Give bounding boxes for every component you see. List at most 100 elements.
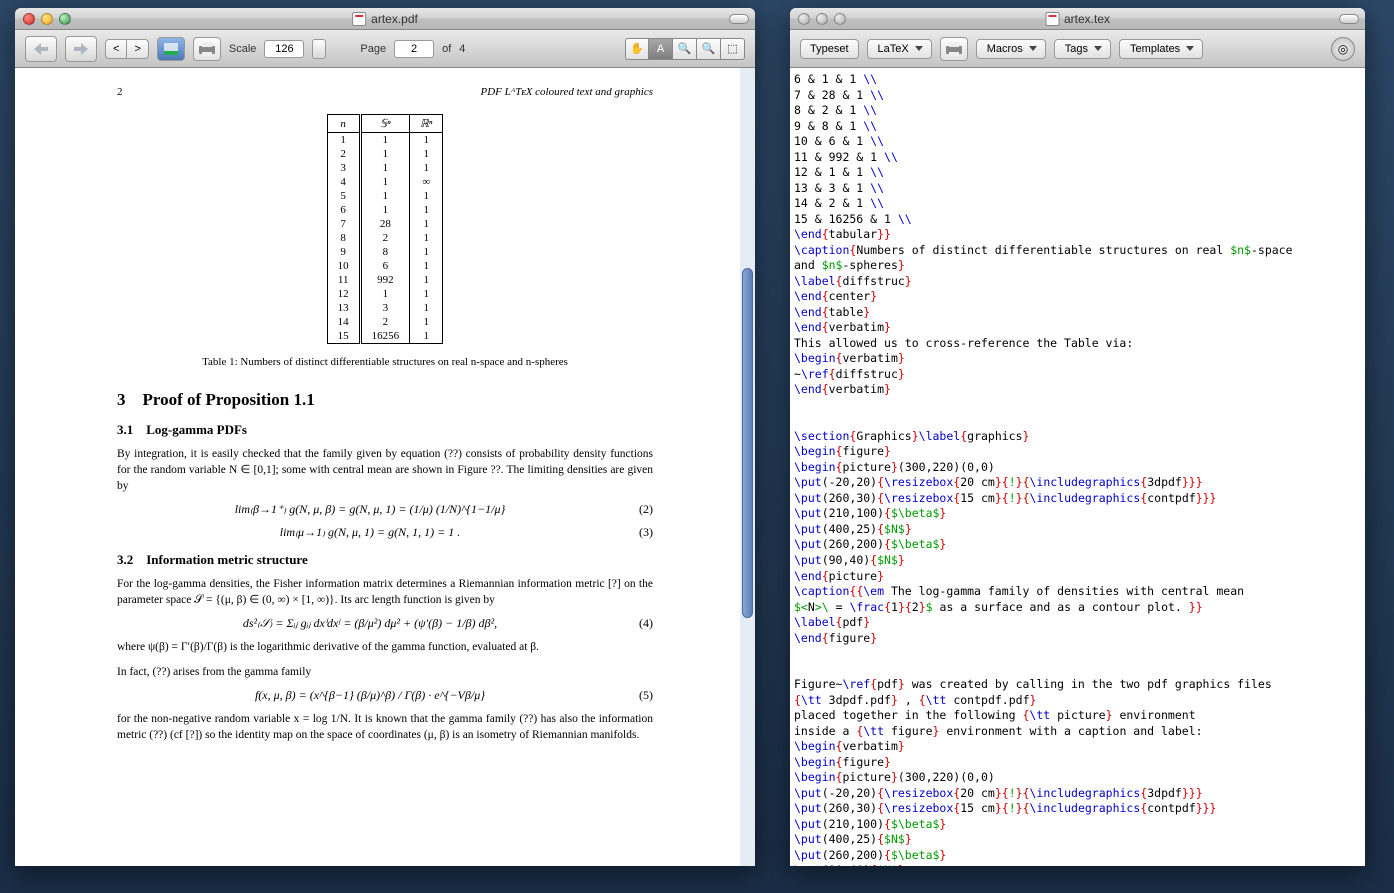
source-editor[interactable]: 6 & 1 & 1 \\7 & 28 & 1 \\8 & 2 & 1 \\9 &…	[790, 68, 1365, 866]
source-titlebar[interactable]: artex.tex	[790, 8, 1365, 30]
toolbar-toggle-icon[interactable]	[729, 14, 749, 24]
source-line[interactable]: \begin{figure}	[794, 444, 1361, 460]
table-row: 821	[327, 231, 443, 245]
source-line[interactable]: \put(400,25){$N$}	[794, 832, 1361, 848]
col-n: n	[327, 115, 360, 133]
source-line[interactable]	[794, 662, 1361, 678]
history-back-button[interactable]: <	[105, 39, 126, 59]
pdf-page[interactable]: 2 PDF LᴬTᴇX coloured text and graphics n…	[15, 68, 755, 866]
page-input[interactable]	[394, 40, 434, 58]
macros-dropdown[interactable]: Macros	[976, 39, 1046, 59]
scale-stepper[interactable]	[312, 39, 326, 59]
back-button[interactable]	[25, 36, 57, 62]
engine-dropdown[interactable]: LaTeX	[867, 39, 932, 59]
pdf-titlebar[interactable]: artex.pdf	[15, 8, 755, 30]
table-row: 1211	[327, 287, 443, 301]
paragraph: for the non-negative random variable x =…	[117, 711, 653, 743]
source-line[interactable]: \put(260,30){\resizebox{15 cm}{!}{\inclu…	[794, 801, 1361, 817]
source-line[interactable]: \end{verbatim}	[794, 320, 1361, 336]
source-line[interactable]: \label{diffstruc}	[794, 274, 1361, 290]
source-line[interactable]: \put(90,40){$N$}	[794, 553, 1361, 569]
source-line[interactable]: 7 & 28 & 1 \\	[794, 88, 1361, 104]
templates-dropdown[interactable]: Templates	[1119, 39, 1203, 59]
source-line[interactable]: inside a {\tt figure} environment with a…	[794, 724, 1361, 740]
close-icon[interactable]	[23, 13, 35, 25]
source-line[interactable]: Figure~\ref{pdf} was created by calling …	[794, 677, 1361, 693]
pdf-scrollbar[interactable]	[740, 68, 755, 866]
source-line[interactable]: and $n$-spheres}	[794, 258, 1361, 274]
minimize-icon[interactable]	[816, 13, 828, 25]
close-icon[interactable]	[798, 13, 810, 25]
traffic-lights	[798, 13, 846, 25]
tags-dropdown[interactable]: Tags	[1054, 39, 1111, 59]
source-line[interactable]: \put(260,200){$\beta$}	[794, 537, 1361, 553]
print-button[interactable]	[940, 37, 968, 61]
source-line[interactable]: \put(-20,20){\resizebox{20 cm}{!}{\inclu…	[794, 786, 1361, 802]
find-tool-button[interactable]: 🔍	[697, 38, 721, 60]
source-line[interactable]: placed together in the following {\tt pi…	[794, 708, 1361, 724]
source-line[interactable]: \put(90,40){$N$}	[794, 863, 1361, 866]
table-row: 7281	[327, 217, 443, 231]
source-line[interactable]: 6 & 1 & 1 \\	[794, 72, 1361, 88]
print-button[interactable]	[193, 37, 221, 61]
zoom-icon[interactable]	[59, 13, 71, 25]
source-line[interactable]: ~\ref{diffstruc}	[794, 367, 1361, 383]
drawer-button[interactable]	[157, 37, 185, 61]
source-line[interactable]: \put(-20,20){\resizebox{20 cm}{!}{\inclu…	[794, 475, 1361, 491]
source-line[interactable]: 11 & 992 & 1 \\	[794, 150, 1361, 166]
source-line[interactable]: \caption{Numbers of distinct differentia…	[794, 243, 1361, 259]
aux-button[interactable]: ◎	[1331, 37, 1355, 61]
source-line[interactable]	[794, 413, 1361, 429]
history-segment[interactable]: < >	[105, 39, 149, 59]
zoom-tool-button[interactable]: 🔍	[673, 38, 697, 60]
table-row: 1421	[327, 315, 443, 329]
source-line[interactable]: \begin{figure}	[794, 755, 1361, 771]
source-line[interactable]: \end{tabular}}	[794, 227, 1361, 243]
forward-button[interactable]	[65, 36, 97, 62]
paragraph: In fact, (??) arises from the gamma fami…	[117, 664, 653, 680]
source-line[interactable]: $<N>\ = \frac{1}{2}$ as a surface and as…	[794, 600, 1361, 616]
source-window: artex.tex Typeset LaTeX Macros Tags Temp…	[790, 8, 1365, 866]
source-line[interactable]: \put(260,200){$\beta$}	[794, 848, 1361, 864]
source-line[interactable]: 13 & 3 & 1 \\	[794, 181, 1361, 197]
scale-input[interactable]	[264, 40, 304, 58]
source-line[interactable]: \begin{picture}(300,220)(0,0)	[794, 460, 1361, 476]
source-line[interactable]	[794, 398, 1361, 414]
history-fwd-button[interactable]: >	[126, 39, 148, 59]
source-line[interactable]: \end{center}	[794, 289, 1361, 305]
source-line[interactable]: 12 & 1 & 1 \\	[794, 165, 1361, 181]
source-line[interactable]: \label{pdf}	[794, 615, 1361, 631]
source-line[interactable]: \put(400,25){$N$}	[794, 522, 1361, 538]
source-line[interactable]: \put(210,100){$\beta$}	[794, 817, 1361, 833]
source-line[interactable]: 14 & 2 & 1 \\	[794, 196, 1361, 212]
zoom-icon[interactable]	[834, 13, 846, 25]
source-line[interactable]: This allowed us to cross-reference the T…	[794, 336, 1361, 352]
source-line[interactable]: \end{picture}	[794, 569, 1361, 585]
hand-tool-button[interactable]: ✋	[625, 38, 649, 60]
source-line[interactable]	[794, 646, 1361, 662]
source-line[interactable]: \caption{{\em The log-gamma family of de…	[794, 584, 1361, 600]
equation-5: f(x, μ, β) = (x^{β−1} (β/μ)^β) / Γ(β) · …	[117, 688, 653, 703]
source-line[interactable]: \put(260,30){\resizebox{15 cm}{!}{\inclu…	[794, 491, 1361, 507]
source-line[interactable]: \end{figure}	[794, 631, 1361, 647]
source-line[interactable]: 9 & 8 & 1 \\	[794, 119, 1361, 135]
source-line[interactable]: \begin{verbatim}	[794, 351, 1361, 367]
source-line[interactable]: \end{verbatim}	[794, 382, 1361, 398]
table-row: 1331	[327, 301, 443, 315]
source-line[interactable]: \begin{picture}(300,220)(0,0)	[794, 770, 1361, 786]
source-line[interactable]: 15 & 16256 & 1 \\	[794, 212, 1361, 228]
source-line[interactable]: \begin{verbatim}	[794, 739, 1361, 755]
paragraph: where ψ(β) = Γ′(β)/Γ(β) is the logarithm…	[117, 639, 653, 655]
source-line[interactable]: {\tt 3dpdf.pdf} , {\tt contpdf.pdf}	[794, 693, 1361, 709]
source-line[interactable]: 8 & 2 & 1 \\	[794, 103, 1361, 119]
source-line[interactable]: \end{table}	[794, 305, 1361, 321]
toolbar-toggle-icon[interactable]	[1339, 14, 1359, 24]
source-line[interactable]: 10 & 6 & 1 \\	[794, 134, 1361, 150]
source-line[interactable]: \section{Graphics}\label{graphics}	[794, 429, 1361, 445]
source-line[interactable]: \put(210,100){$\beta$}	[794, 506, 1361, 522]
minimize-icon[interactable]	[41, 13, 53, 25]
typeset-button[interactable]: Typeset	[800, 39, 859, 59]
total-pages: 4	[459, 43, 465, 55]
marquee-tool-button[interactable]: ⬚	[721, 38, 745, 60]
text-tool-button[interactable]: A	[649, 38, 673, 60]
